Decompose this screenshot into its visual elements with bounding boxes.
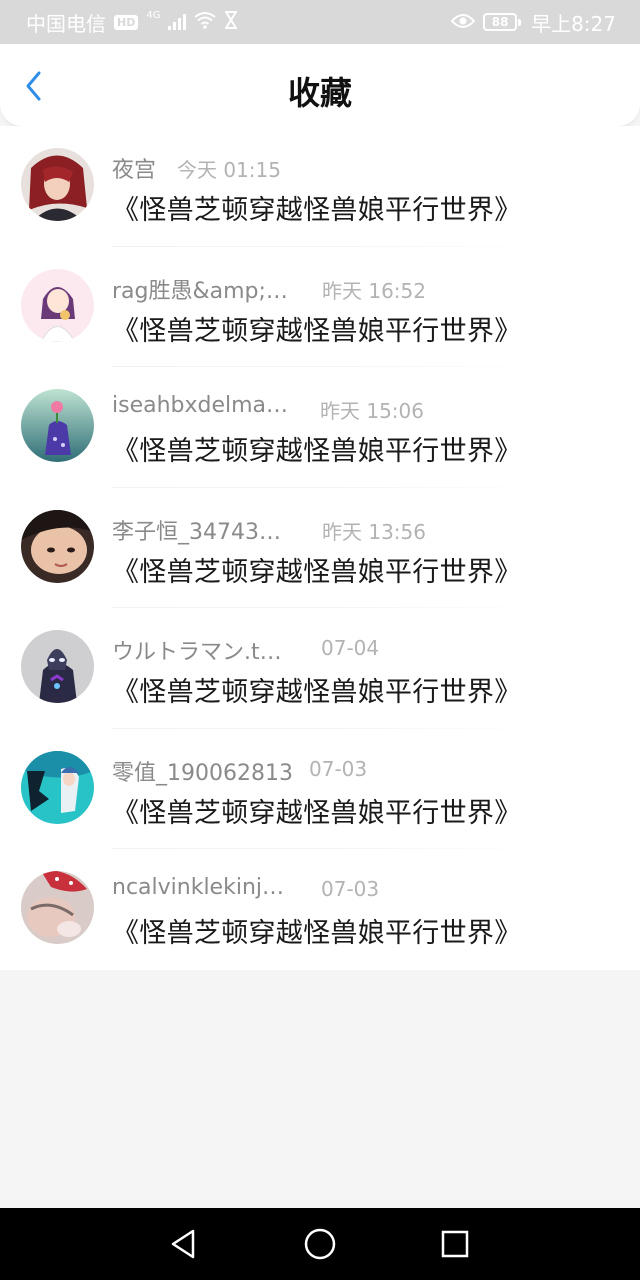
carrier-label: 中国电信 — [26, 11, 106, 36]
status-left: 中国电信 HD 4G — [26, 8, 238, 37]
status-bar: 中国电信 HD 4G 88 早上8:27 — [0, 0, 640, 44]
user-name: 零值_190062813 — [112, 760, 293, 786]
story-title: 《怪兽芝顿穿越怪兽娘平行世界》 — [112, 918, 522, 949]
timestamp: 昨天 15:06 — [320, 399, 424, 423]
wifi-icon — [194, 11, 217, 34]
list-item[interactable]: 夜宫 今天 01:15 《怪兽芝顿穿越怪兽娘平行世界》 — [0, 126, 640, 247]
eye-icon — [450, 10, 476, 34]
hourglass-icon — [224, 10, 238, 34]
user-name: ウルトラマン.t… — [112, 640, 282, 665]
story-title: 《怪兽芝顿穿越怪兽娘平行世界》 — [112, 677, 522, 708]
story-title: 《怪兽芝顿穿越怪兽娘平行世界》 — [112, 195, 522, 226]
user-name: rag胜愚&amp;… — [112, 278, 288, 304]
avatar[interactable] — [21, 148, 94, 221]
list-item[interactable]: 零值_190062813 07-03 《怪兽芝顿穿越怪兽娘平行世界》 — [0, 729, 640, 849]
page-title: 收藏 — [287, 74, 352, 112]
avatar[interactable] — [21, 750, 94, 824]
status-right: 88 早上8:27 — [450, 8, 616, 37]
user-name: ncalvinklekinje… — [112, 875, 294, 900]
story-title: 《怪兽芝顿穿越怪兽娘平行世界》 — [112, 556, 522, 588]
network-type-label: 4G — [146, 9, 161, 21]
avatar[interactable] — [21, 509, 94, 583]
story-title: 《怪兽芝顿穿越怪兽娘平行世界》 — [112, 315, 522, 347]
list-item[interactable]: rag胜愚&amp;… 昨天 16:52 《怪兽芝顿穿越怪兽娘平行世界》 — [0, 247, 640, 367]
header: 收藏 — [0, 44, 640, 126]
timestamp: 07-03 — [321, 877, 380, 901]
timestamp: 今天 01:15 — [177, 158, 281, 182]
timestamp: 昨天 13:56 — [322, 519, 426, 544]
avatar[interactable] — [21, 268, 94, 342]
hd-icon: HD — [114, 14, 139, 30]
avatar[interactable] — [21, 630, 94, 703]
system-nav-bar — [0, 1208, 640, 1280]
story-title: 《怪兽芝顿穿越怪兽娘平行世界》 — [112, 436, 522, 467]
avatar[interactable] — [21, 389, 94, 462]
circle-home-icon — [304, 1228, 336, 1260]
battery-icon: 88 — [483, 13, 522, 31]
triangle-back-icon — [171, 1229, 195, 1259]
timestamp: 昨天 16:52 — [322, 278, 426, 303]
timestamp: 07-04 — [321, 636, 380, 660]
user-name: iseahbxdelmarant — [112, 393, 294, 418]
list-item[interactable]: ウルトラマン.t… 07-04 《怪兽芝顿穿越怪兽娘平行世界》 — [0, 608, 640, 729]
story-title: 《怪兽芝顿穿越怪兽娘平行世界》 — [112, 797, 522, 829]
nav-recent-button[interactable] — [437, 1226, 473, 1262]
list-item[interactable]: iseahbxdelmarant 昨天 15:06 《怪兽芝顿穿越怪兽娘平行世界… — [0, 367, 640, 488]
list-item[interactable]: ncalvinklekinje… 07-03 《怪兽芝顿穿越怪兽娘平行世界》 — [0, 849, 640, 970]
clock-label: 早上8:27 — [531, 11, 616, 36]
timestamp: 07-03 — [309, 756, 368, 781]
favorites-list: 夜宫 今天 01:15 《怪兽芝顿穿越怪兽娘平行世界》 rag胜愚&amp;… … — [0, 126, 640, 970]
signal-icon — [168, 14, 187, 30]
user-name: 李子恒_347438… — [112, 519, 294, 545]
nav-back-button[interactable] — [165, 1226, 201, 1262]
nav-home-button[interactable] — [302, 1226, 338, 1262]
square-recent-icon — [441, 1230, 469, 1258]
list-item[interactable]: 李子恒_347438… 昨天 13:56 《怪兽芝顿穿越怪兽娘平行世界》 — [0, 488, 640, 608]
avatar[interactable] — [21, 871, 94, 944]
